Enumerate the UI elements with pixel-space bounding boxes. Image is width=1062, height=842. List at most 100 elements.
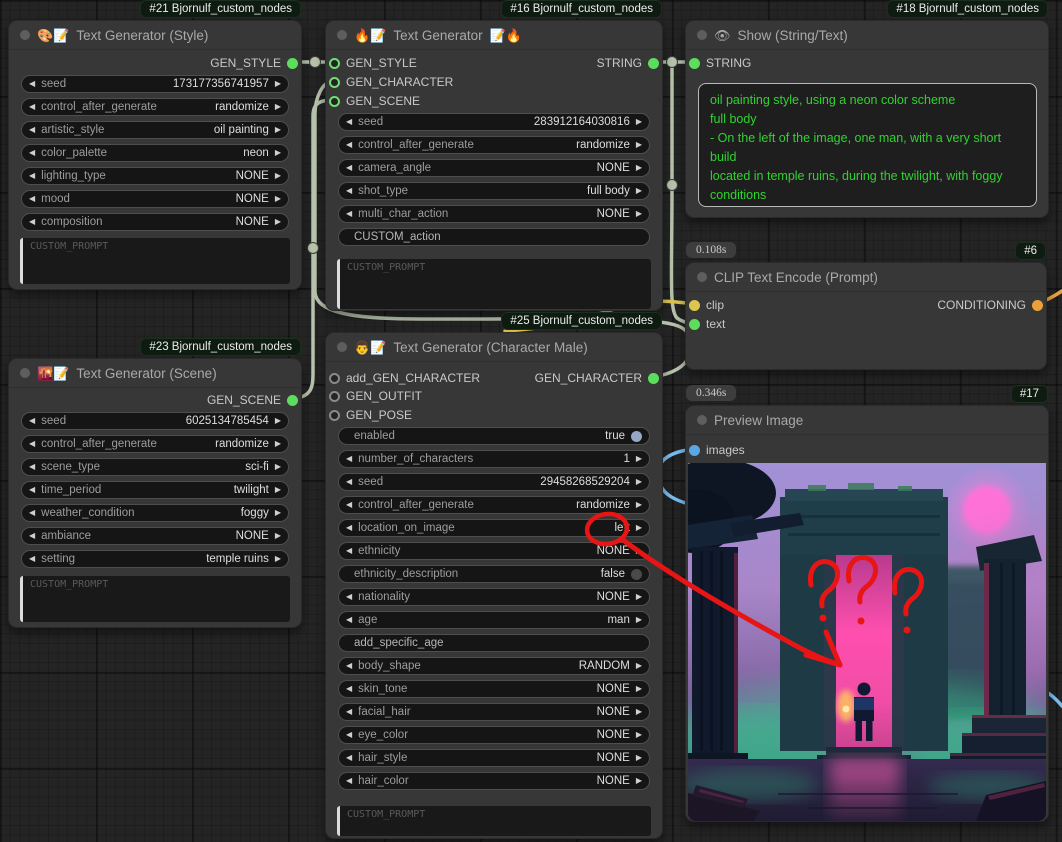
output-slot-string[interactable]: STRING [597, 54, 659, 72]
reroute-dot[interactable] [310, 57, 321, 68]
decrement-arrow-icon[interactable]: ◀ [29, 555, 35, 563]
widget-seed[interactable]: ◀seed173177356741957▶ [21, 75, 289, 93]
widget-hair_style[interactable]: ◀hair_styleNONE▶ [338, 749, 650, 767]
decrement-arrow-icon[interactable]: ◀ [346, 187, 352, 195]
input-pin[interactable] [329, 58, 340, 69]
widget-lighting_type[interactable]: ◀lighting_typeNONE▶ [21, 167, 289, 185]
increment-arrow-icon[interactable]: ▶ [275, 417, 281, 425]
node-title-bar[interactable]: 👨📝 Text Generator (Character Male) [326, 333, 662, 362]
decrement-arrow-icon[interactable]: ◀ [29, 126, 35, 134]
collapse-dot[interactable] [20, 368, 30, 378]
widget-seed[interactable]: ◀seed6025134785454▶ [21, 412, 289, 430]
increment-arrow-icon[interactable]: ▶ [636, 164, 642, 172]
increment-arrow-icon[interactable]: ▶ [275, 440, 281, 448]
widget-add_specific_age[interactable]: add_specific_age [338, 634, 650, 652]
increment-arrow-icon[interactable]: ▶ [275, 532, 281, 540]
increment-arrow-icon[interactable]: ▶ [275, 80, 281, 88]
widget-number_of_characters[interactable]: ◀number_of_characters1▶ [338, 450, 650, 468]
widget-facial_hair[interactable]: ◀facial_hairNONE▶ [338, 703, 650, 721]
decrement-arrow-icon[interactable]: ◀ [346, 708, 352, 716]
widget-multi_char_action[interactable]: ◀multi_char_actionNONE▶ [338, 205, 650, 223]
input-pin[interactable] [689, 319, 700, 330]
increment-arrow-icon[interactable]: ▶ [275, 103, 281, 111]
decrement-arrow-icon[interactable]: ◀ [29, 509, 35, 517]
widget-time_period[interactable]: ◀time_periodtwilight▶ [21, 481, 289, 499]
increment-arrow-icon[interactable]: ▶ [636, 616, 642, 624]
widget-ethnicity_description[interactable]: ethnicity_descriptionfalse [338, 565, 650, 583]
toggle-dot[interactable] [631, 431, 642, 442]
node-title-bar[interactable]: 👁 Show (String/Text) [686, 21, 1048, 50]
increment-arrow-icon[interactable]: ▶ [275, 172, 281, 180]
input-slot-text[interactable]: text [689, 315, 725, 333]
reroute-dot[interactable] [308, 243, 319, 254]
node-clip-text-encode[interactable]: 0.108s #6 CLIP Text Encode (Prompt) clip… [685, 262, 1047, 370]
node-text-generator-scene[interactable]: #23 Bjornulf_custom_nodes 🌇📝 Text Genera… [8, 358, 302, 628]
collapse-dot[interactable] [697, 30, 707, 40]
decrement-arrow-icon[interactable]: ◀ [29, 463, 35, 471]
increment-arrow-icon[interactable]: ▶ [636, 210, 642, 218]
widget-seed[interactable]: ◀seed29458268529204▶ [338, 473, 650, 491]
decrement-arrow-icon[interactable]: ◀ [29, 149, 35, 157]
widget-color_palette[interactable]: ◀color_paletteneon▶ [21, 144, 289, 162]
increment-arrow-icon[interactable]: ▶ [636, 524, 642, 532]
widget-setting[interactable]: ◀settingtemple ruins▶ [21, 550, 289, 568]
widget-camera_angle[interactable]: ◀camera_angleNONE▶ [338, 159, 650, 177]
decrement-arrow-icon[interactable]: ◀ [346, 547, 352, 555]
shown-string-output[interactable]: oil painting style, using a neon color s… [698, 83, 1037, 207]
output-pin[interactable] [648, 58, 659, 69]
input-pin[interactable] [329, 391, 340, 402]
node-title-bar[interactable]: CLIP Text Encode (Prompt) [686, 263, 1046, 292]
output-pin[interactable] [648, 373, 659, 384]
input-slot-images[interactable]: images [689, 441, 745, 459]
increment-arrow-icon[interactable]: ▶ [275, 218, 281, 226]
increment-arrow-icon[interactable]: ▶ [636, 118, 642, 126]
decrement-arrow-icon[interactable]: ◀ [346, 455, 352, 463]
output-pin[interactable] [287, 58, 298, 69]
increment-arrow-icon[interactable]: ▶ [636, 662, 642, 670]
decrement-arrow-icon[interactable]: ◀ [29, 417, 35, 425]
widget-body_shape[interactable]: ◀body_shapeRANDOM▶ [338, 657, 650, 675]
widget-hair_color[interactable]: ◀hair_colorNONE▶ [338, 772, 650, 790]
input-slot-add-gen-character[interactable]: add_GEN_CHARACTER [329, 369, 480, 387]
input-slot-gen-style[interactable]: GEN_STYLE [329, 54, 417, 72]
custom-prompt-textarea[interactable]: CUSTOM_PROMPT [337, 259, 651, 309]
decrement-arrow-icon[interactable]: ◀ [346, 777, 352, 785]
node-preview-image[interactable]: 0.346s #17 Preview Image images [685, 405, 1049, 822]
input-slot-gen-pose[interactable]: GEN_POSE [329, 406, 412, 424]
increment-arrow-icon[interactable]: ▶ [636, 777, 642, 785]
input-pin[interactable] [329, 96, 340, 107]
input-pin[interactable] [689, 445, 700, 456]
decrement-arrow-icon[interactable]: ◀ [346, 210, 352, 218]
increment-arrow-icon[interactable]: ▶ [636, 708, 642, 716]
widget-nationality[interactable]: ◀nationalityNONE▶ [338, 588, 650, 606]
node-title-bar[interactable]: Preview Image [686, 406, 1048, 435]
decrement-arrow-icon[interactable]: ◀ [346, 164, 352, 172]
increment-arrow-icon[interactable]: ▶ [636, 593, 642, 601]
widget-eye_color[interactable]: ◀eye_colorNONE▶ [338, 726, 650, 744]
decrement-arrow-icon[interactable]: ◀ [346, 524, 352, 532]
input-pin[interactable] [329, 373, 340, 384]
widget-mood[interactable]: ◀moodNONE▶ [21, 190, 289, 208]
input-pin[interactable] [689, 300, 700, 311]
output-pin[interactable] [1032, 300, 1043, 311]
increment-arrow-icon[interactable]: ▶ [636, 455, 642, 463]
node-title-bar[interactable]: 🎨📝 Text Generator (Style) [9, 21, 301, 50]
custom-prompt-textarea[interactable]: CUSTOM_PROMPT [337, 806, 651, 836]
widget-seed[interactable]: ◀seed283912164030816▶ [338, 113, 650, 131]
output-slot-gen-character[interactable]: GEN_CHARACTER [535, 369, 659, 387]
collapse-dot[interactable] [697, 272, 707, 282]
input-slot-gen-scene[interactable]: GEN_SCENE [329, 92, 420, 110]
widget-enabled[interactable]: enabledtrue [338, 427, 650, 445]
widget-age[interactable]: ◀ageman▶ [338, 611, 650, 629]
increment-arrow-icon[interactable]: ▶ [275, 555, 281, 563]
custom-prompt-textarea[interactable]: CUSTOM_PROMPT [20, 576, 290, 622]
node-text-generator-character-male[interactable]: #25 Bjornulf_custom_nodes 👨📝 Text Genera… [325, 332, 663, 839]
increment-arrow-icon[interactable]: ▶ [275, 463, 281, 471]
input-pin[interactable] [329, 77, 340, 88]
node-text-generator[interactable]: #16 Bjornulf_custom_nodes 🔥📝 Text Genera… [325, 20, 663, 311]
widget-control_after_generate[interactable]: ◀control_after_generaterandomize▶ [21, 435, 289, 453]
widget-ethnicity[interactable]: ◀ethnicityNONE▶ [338, 542, 650, 560]
collapse-dot[interactable] [20, 30, 30, 40]
decrement-arrow-icon[interactable]: ◀ [29, 172, 35, 180]
widget-control_after_generate[interactable]: ◀control_after_generaterandomize▶ [338, 496, 650, 514]
